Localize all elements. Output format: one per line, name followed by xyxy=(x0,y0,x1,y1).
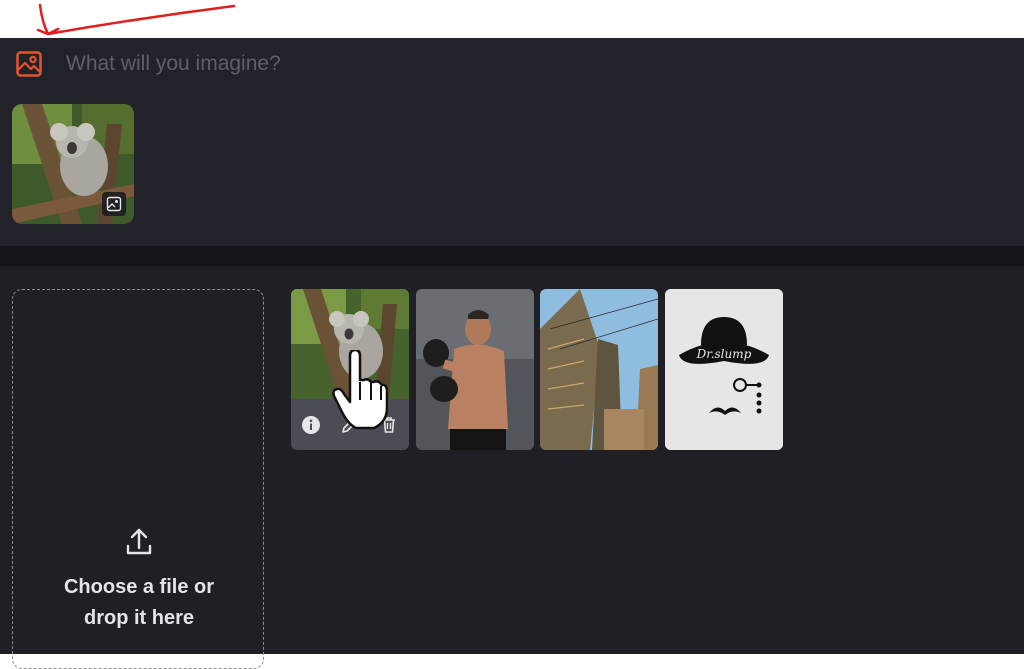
boxer-photo xyxy=(416,289,534,450)
upload-label-line2: drop it here xyxy=(83,607,194,629)
gallery-image-drslump-logo[interactable]: Dr.slump xyxy=(665,289,783,450)
upload-dropzone[interactable]: Choose a file or drop it here xyxy=(12,289,264,669)
annotation-arrow xyxy=(36,3,236,36)
logo-text: Dr.slump xyxy=(696,347,752,361)
upload-icon xyxy=(126,528,152,555)
gallery-image-skyscrapers[interactable] xyxy=(540,289,658,450)
skyscrapers-photo xyxy=(540,289,658,450)
hand-cursor-icon xyxy=(332,350,388,430)
image-icon[interactable] xyxy=(14,50,44,78)
drslump-logo: Dr.slump xyxy=(665,289,783,450)
gallery-panel: Choose a file or drop it here Dr.slump xyxy=(0,266,1024,669)
prompt-row xyxy=(14,50,768,78)
image-edit-icon[interactable] xyxy=(102,192,126,216)
gallery-image-boxer[interactable] xyxy=(416,289,534,450)
prompt-input[interactable] xyxy=(64,51,768,77)
prompt-panel xyxy=(0,38,1024,246)
attached-image-thumbnail[interactable] xyxy=(12,104,134,224)
info-icon[interactable] xyxy=(299,413,323,437)
upload-label: Choose a file or drop it here xyxy=(13,572,265,634)
upload-label-line1: Choose a file or xyxy=(63,576,215,598)
section-divider xyxy=(0,246,1024,266)
